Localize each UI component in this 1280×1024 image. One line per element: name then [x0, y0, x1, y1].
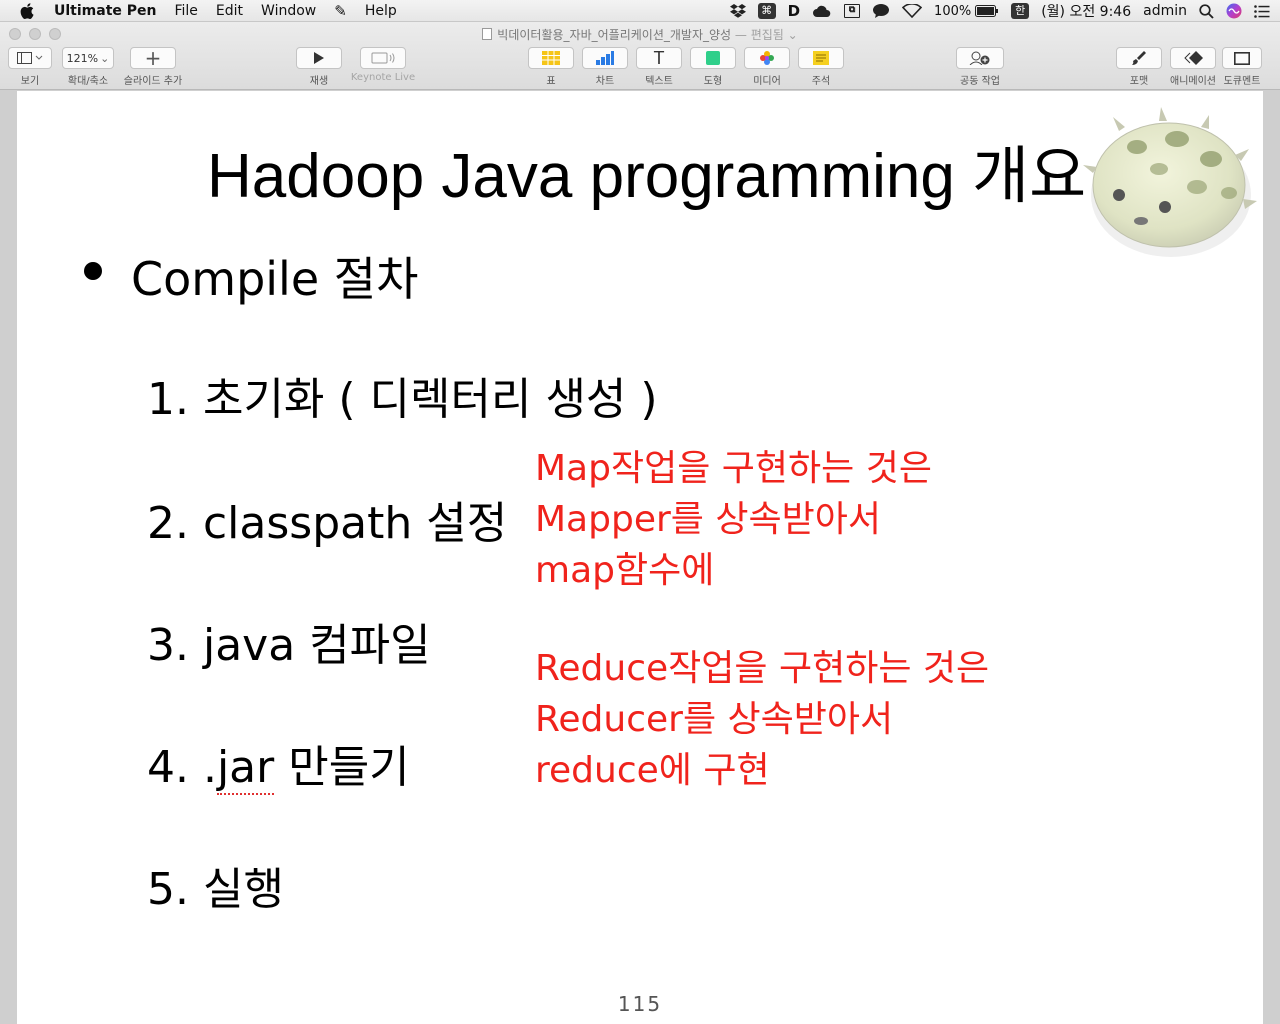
apple-menu-icon[interactable]	[20, 2, 38, 19]
edited-status[interactable]: — 편집됨	[735, 28, 784, 42]
menu-bar: Ultimate Pen File Edit Window ✎ Help ⌘ D…	[0, 0, 1280, 22]
spotlight-search-icon[interactable]	[1199, 3, 1214, 19]
note-icon	[813, 51, 829, 65]
slide-page-number: 115	[617, 992, 663, 1016]
table-label: 표	[546, 76, 556, 87]
slide[interactable]: Hadoop Java programming 개요 Compile 절차 1.…	[17, 91, 1263, 1024]
reduce-note-line: Reduce작업을 구현하는 것은	[535, 648, 990, 689]
text-button[interactable]: T	[636, 47, 682, 69]
step-5-run[interactable]: 5. 실행	[147, 853, 284, 917]
format-button[interactable]	[1116, 47, 1162, 69]
document-icon	[482, 28, 493, 40]
chart-icon	[596, 51, 614, 65]
step-2-classpath[interactable]: 2. classpath 설정	[147, 487, 507, 551]
document-inspector-icon	[1234, 51, 1250, 65]
step-4-prefix: 4. .	[147, 742, 217, 793]
document-title[interactable]: 빅데이터활용_자바_어플리케이션_개발자_양성	[497, 28, 731, 42]
view-button[interactable]	[8, 47, 52, 69]
battery-percent: 100%	[934, 3, 972, 19]
keynote-live-button[interactable]	[360, 47, 406, 69]
photos-flower-icon	[760, 51, 774, 65]
dropbox-icon[interactable]	[729, 4, 746, 18]
command-icon[interactable]: ⌘	[757, 3, 776, 19]
reduce-note-line: Reducer를 상속받아서	[535, 699, 894, 740]
map-note-line: Mapper를 상속받아서	[535, 499, 881, 540]
user-name[interactable]: admin	[1143, 3, 1187, 19]
media-button[interactable]	[744, 47, 790, 69]
chevron-down-icon: ⌄	[100, 51, 110, 65]
shape-square-icon	[706, 51, 720, 65]
table-icon	[542, 51, 560, 65]
step-4-make-jar[interactable]: 4. .jar 만들기	[147, 731, 410, 795]
add-slide-label: 슬라이드 추가	[123, 76, 183, 87]
table-button[interactable]	[528, 47, 574, 69]
text-t-icon: T	[653, 47, 665, 68]
keynote-live-icon	[371, 52, 395, 64]
view-sidebar-icon	[17, 52, 43, 64]
view-label: 보기	[20, 76, 40, 87]
menu-window[interactable]: Window	[261, 3, 316, 19]
map-note-line: Map작업을 구현하는 것은	[535, 448, 932, 489]
collaborate-person-icon	[969, 51, 990, 65]
window-title-bar: 빅데이터활용_자바_어플리케이션_개발자_양성 — 편집됨 ⌄	[0, 26, 1280, 43]
step-4-jar-spellcheck: jar	[216, 742, 275, 795]
toolbar: 빅데이터활용_자바_어플리케이션_개발자_양성 — 편집됨 ⌄ 보기 121% ⌄…	[0, 22, 1280, 90]
battery-icon[interactable]	[975, 5, 999, 17]
zoom-label: 확대/축소	[67, 76, 109, 87]
zoom-value: 121%	[66, 51, 99, 65]
menu-help[interactable]: Help	[365, 3, 397, 19]
step-3-java-compile[interactable]: 3. java 컴파일	[147, 609, 431, 673]
comment-label: 주석	[811, 76, 831, 87]
cloud-icon[interactable]	[812, 4, 832, 18]
slide-title[interactable]: Hadoop Java programming 개요	[207, 125, 1086, 215]
chat-icon[interactable]	[872, 3, 890, 19]
chevron-down-icon[interactable]: ⌄	[784, 28, 798, 42]
keynote-live-label: Keynote Live	[350, 72, 416, 83]
shape-button[interactable]	[690, 47, 736, 69]
app-menu[interactable]: Ultimate Pen	[54, 3, 156, 19]
chart-label: 차트	[595, 76, 615, 87]
document-button[interactable]	[1222, 47, 1262, 69]
shape-label: 도형	[703, 76, 723, 87]
play-icon	[314, 52, 324, 64]
script-menu-icon[interactable]: ✎	[334, 2, 347, 20]
input-source-indicator[interactable]: 한	[1011, 3, 1030, 19]
map-note-textbox[interactable]: Map작업을 구현하는 것은 Mapper를 상속받아서 map함수에	[535, 443, 932, 596]
text-label: 텍스트	[645, 76, 673, 87]
plus-icon: +	[144, 46, 162, 70]
notification-center-icon[interactable]	[1254, 4, 1270, 18]
siri-icon[interactable]	[1226, 3, 1242, 19]
d-app-icon[interactable]: D	[788, 2, 800, 20]
chart-button[interactable]	[582, 47, 628, 69]
clock-text[interactable]: (월) 오전 9:46	[1041, 1, 1131, 21]
add-slide-button[interactable]: +	[130, 46, 176, 70]
map-note-line: map함수에	[535, 550, 715, 591]
step-1-init-directory[interactable]: 1. 초기화 ( 디렉터리 생성 )	[147, 363, 658, 427]
paintbrush-icon	[1132, 51, 1146, 65]
animate-button[interactable]	[1170, 47, 1216, 69]
zoom-select[interactable]: 121% ⌄	[62, 47, 114, 69]
comment-button[interactable]	[798, 47, 844, 69]
step-4-suffix: 만들기	[274, 742, 410, 793]
collaborate-label: 공동 작업	[960, 76, 1000, 87]
play-button[interactable]	[296, 47, 342, 69]
collaborate-button[interactable]	[956, 47, 1004, 69]
reduce-note-line: reduce에 구현	[535, 750, 770, 791]
animate-label: 애니메이션	[1170, 76, 1216, 87]
media-label: 미디어	[753, 76, 781, 87]
menu-file[interactable]: File	[174, 3, 197, 19]
play-label: 재생	[309, 76, 329, 87]
animate-diamond-icon	[1184, 51, 1203, 65]
format-label: 포맷	[1129, 76, 1149, 87]
document-label: 도큐멘트	[1223, 76, 1261, 87]
status-menus: ⌘ D ⧉ 100% 한 (월) 오전 9:46 admin	[729, 0, 1280, 22]
input-source-label: 한	[1011, 3, 1030, 19]
menu-edit[interactable]: Edit	[216, 3, 243, 19]
reduce-note-textbox[interactable]: Reduce작업을 구현하는 것은 Reducer를 상속받아서 reduce에…	[535, 643, 989, 796]
bullet-dot	[84, 262, 102, 280]
pufferfish-mascot-image[interactable]	[1079, 103, 1259, 263]
wifi-icon[interactable]	[902, 4, 923, 18]
windows-icon[interactable]: ⧉	[844, 4, 861, 18]
bullet-compile-procedure[interactable]: Compile 절차	[131, 243, 418, 309]
